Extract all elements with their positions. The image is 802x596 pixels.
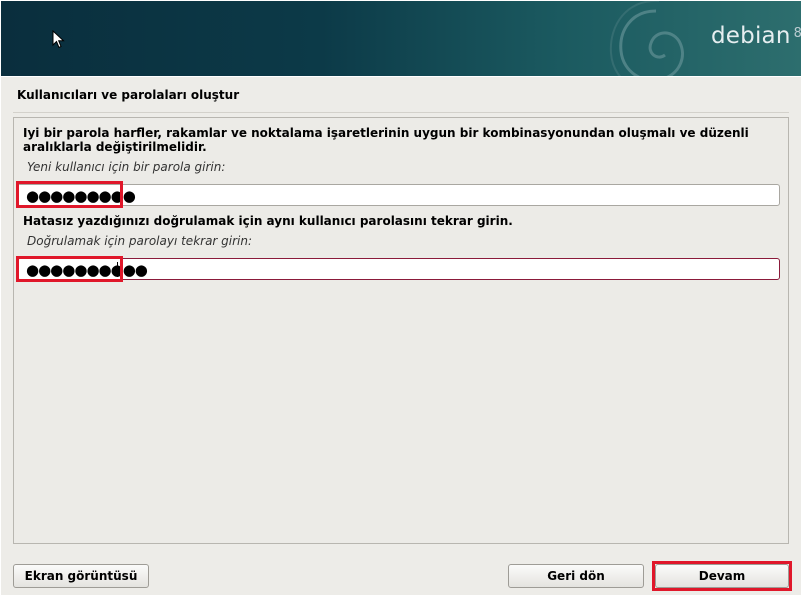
password-field[interactable]: ●●●●●●●●● <box>17 184 780 206</box>
installer-header: debian 8 <box>1 1 801 76</box>
verify-password-field[interactable]: ●●●●●●●●●● <box>17 258 780 280</box>
content-panel <box>13 117 789 544</box>
page-title: Kullanıcıları ve parolaları oluştur <box>17 88 240 102</box>
back-button[interactable]: Geri dön <box>508 564 644 588</box>
password-label: Yeni kullanıcı için bir parola girin: <box>27 160 226 174</box>
verify-password-masked-value: ●●●●●●●●●● <box>26 261 148 279</box>
continue-button[interactable]: Devam <box>655 564 789 588</box>
debian-swirl-icon <box>609 1 684 76</box>
text-caret <box>117 262 118 277</box>
mouse-cursor-icon <box>52 30 65 49</box>
title-separator <box>13 112 789 113</box>
verify-password-label: Doğrulamak için parolayı tekrar girin: <box>27 234 253 248</box>
verify-instructions: Hatasız yazdığınızı doğrulamak için aynı… <box>23 214 513 228</box>
password-masked-value: ●●●●●●●●● <box>26 187 136 205</box>
password-instructions: Iyi bir parola harfler, rakamlar ve nokt… <box>23 126 749 154</box>
screenshot-button[interactable]: Ekran görüntüsü <box>13 564 149 588</box>
debian-logo: debian 8 <box>711 23 801 49</box>
